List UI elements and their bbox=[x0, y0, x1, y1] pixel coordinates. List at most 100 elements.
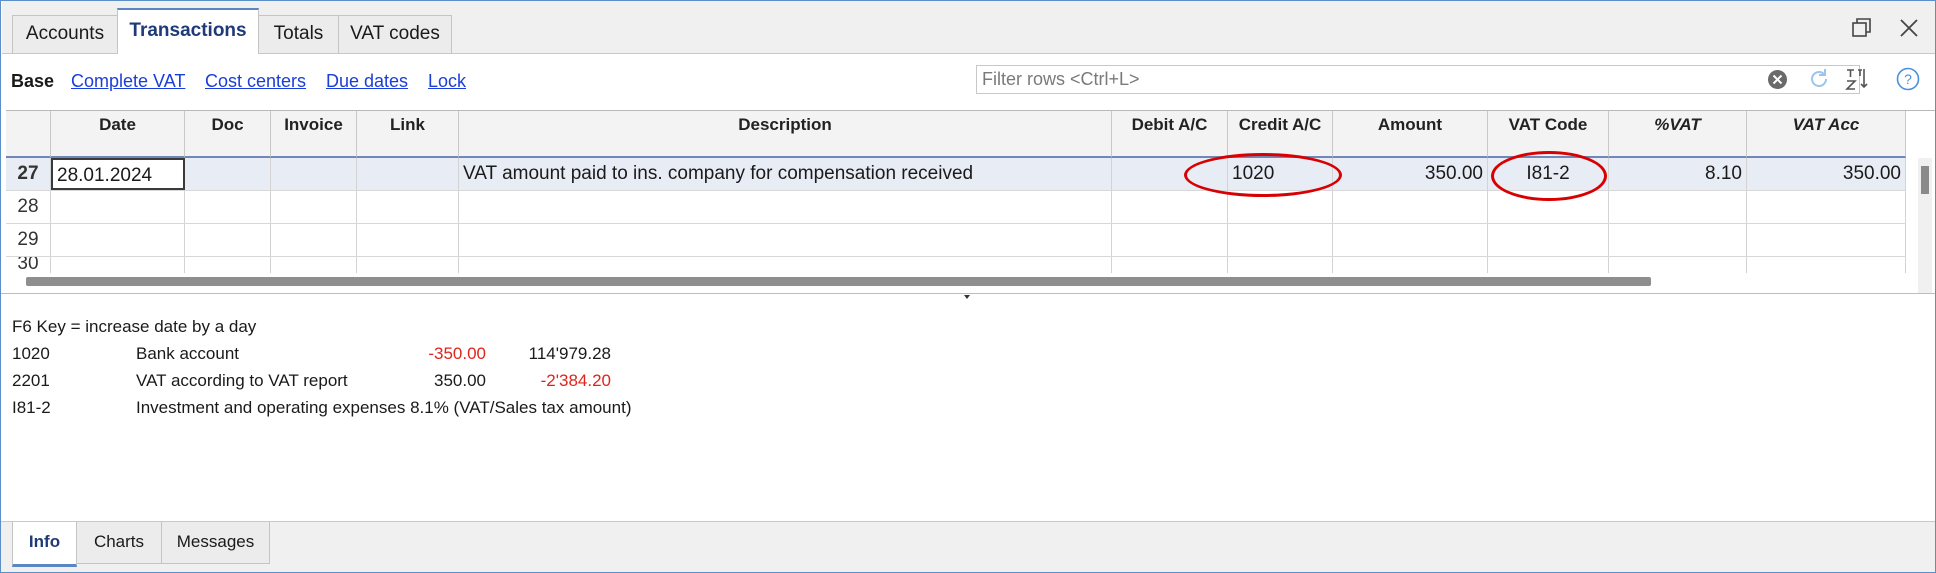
vat-pct-cell[interactable] bbox=[1609, 224, 1747, 256]
vat-code-cell[interactable] bbox=[1488, 257, 1609, 273]
row-number: 28 bbox=[6, 191, 51, 223]
info-line-code: 1020 bbox=[12, 344, 50, 363]
vat-acc-cell[interactable] bbox=[1747, 257, 1906, 273]
vat-acc-cell[interactable] bbox=[1747, 224, 1906, 256]
link-cell[interactable] bbox=[357, 224, 459, 256]
vat-pct-cell[interactable]: 8.10 bbox=[1609, 158, 1747, 190]
link-cell[interactable] bbox=[357, 191, 459, 223]
invoice-cell[interactable] bbox=[271, 224, 357, 256]
vat-code-highlight bbox=[1491, 151, 1607, 201]
debit-cell[interactable] bbox=[1112, 191, 1228, 223]
credit-cell[interactable] bbox=[1228, 224, 1333, 256]
credit-cell[interactable] bbox=[1228, 257, 1333, 273]
view-base[interactable]: Base bbox=[11, 71, 54, 92]
view-bar: Base Complete VAT Cost centers Due dates… bbox=[1, 54, 1935, 110]
table-row[interactable]: 28 bbox=[6, 191, 1906, 224]
row-number: 30 bbox=[6, 257, 51, 273]
info-pane: F6 Key = increase date by a day 1020 Ban… bbox=[1, 304, 1935, 521]
info-hint: F6 Key = increase date by a day bbox=[12, 317, 257, 336]
table-row[interactable]: 30 bbox=[6, 257, 1906, 273]
column-header-credit[interactable]: Credit A/C bbox=[1228, 111, 1333, 158]
pane-splitter[interactable] bbox=[1, 293, 1935, 304]
column-header-invoice[interactable]: Invoice bbox=[271, 111, 357, 158]
table-row[interactable]: 27 28.01.2024 VAT amount paid to ins. co… bbox=[6, 158, 1906, 191]
info-line-balance: 114'979.28 bbox=[528, 344, 611, 363]
vat-acc-cell[interactable]: 350.00 bbox=[1747, 158, 1906, 190]
date-cell[interactable] bbox=[51, 191, 185, 223]
invoice-cell[interactable] bbox=[271, 257, 357, 273]
sort-icon[interactable] bbox=[1844, 66, 1870, 97]
column-header-description[interactable]: Description bbox=[459, 111, 1112, 158]
tab-messages[interactable]: Messages bbox=[161, 522, 270, 564]
tab-transactions[interactable]: Transactions bbox=[117, 8, 259, 54]
tab-accounts[interactable]: Accounts bbox=[12, 15, 118, 53]
doc-cell[interactable] bbox=[185, 158, 271, 190]
column-header-vat-acc[interactable]: VAT Acc bbox=[1747, 111, 1906, 158]
vat-acc-cell[interactable] bbox=[1747, 191, 1906, 223]
tab-vat-codes[interactable]: VAT codes bbox=[338, 15, 452, 53]
column-header-debit[interactable]: Debit A/C bbox=[1112, 111, 1228, 158]
top-tab-bar: Accounts Transactions Totals VAT codes bbox=[2, 1, 1935, 54]
tab-info[interactable]: Info bbox=[12, 522, 77, 567]
info-line-balance: -2'384.20 bbox=[540, 371, 611, 390]
filter-rows-input[interactable]: Filter rows <Ctrl+L> bbox=[976, 65, 1860, 94]
vertical-scrollbar-thumb[interactable] bbox=[1921, 166, 1929, 194]
invoice-cell[interactable] bbox=[271, 191, 357, 223]
refresh-icon[interactable] bbox=[1807, 67, 1831, 96]
info-line-code: 2201 bbox=[12, 371, 50, 390]
tab-charts[interactable]: Charts bbox=[76, 522, 162, 564]
bottom-tab-bar: Info Charts Messages bbox=[1, 521, 1935, 572]
amount-cell[interactable] bbox=[1333, 257, 1488, 273]
info-line-amount: 350.00 bbox=[434, 371, 486, 390]
row-number: 27 bbox=[6, 158, 51, 190]
date-cell[interactable] bbox=[51, 224, 185, 256]
tab-totals[interactable]: Totals bbox=[258, 15, 339, 53]
debit-cell[interactable] bbox=[1112, 257, 1228, 273]
description-cell[interactable]: VAT amount paid to ins. company for comp… bbox=[459, 158, 1112, 190]
view-due-dates[interactable]: Due dates bbox=[326, 71, 408, 92]
column-header-amount[interactable]: Amount bbox=[1333, 111, 1488, 158]
view-lock[interactable]: Lock bbox=[428, 71, 466, 92]
info-line-amount: -350.00 bbox=[428, 344, 486, 363]
info-line-label: Investment and operating expenses 8.1% (… bbox=[136, 398, 632, 417]
column-header-doc[interactable]: Doc bbox=[185, 111, 271, 158]
link-cell[interactable] bbox=[357, 158, 459, 190]
column-header-date[interactable]: Date bbox=[51, 111, 185, 158]
column-header-link[interactable]: Link bbox=[357, 111, 459, 158]
vat-code-cell[interactable] bbox=[1488, 224, 1609, 256]
debit-cell[interactable] bbox=[1112, 224, 1228, 256]
credit-account-highlight bbox=[1184, 153, 1342, 197]
date-cell-editor[interactable]: 28.01.2024 bbox=[51, 158, 185, 190]
column-header-rownum bbox=[6, 111, 51, 158]
view-cost-centers[interactable]: Cost centers bbox=[205, 71, 306, 92]
transactions-table: Date Doc Invoice Link Description Debit … bbox=[6, 110, 1935, 294]
amount-cell[interactable] bbox=[1333, 224, 1488, 256]
doc-cell[interactable] bbox=[185, 191, 271, 223]
view-complete-vat[interactable]: Complete VAT bbox=[71, 71, 185, 92]
doc-cell[interactable] bbox=[185, 224, 271, 256]
info-line-label: VAT according to VAT report bbox=[136, 371, 348, 390]
vat-pct-cell[interactable] bbox=[1609, 257, 1747, 273]
clear-filter-icon[interactable] bbox=[1767, 69, 1788, 95]
date-cell[interactable] bbox=[51, 257, 185, 273]
vat-pct-cell[interactable] bbox=[1609, 191, 1747, 223]
info-line-label: Bank account bbox=[136, 344, 240, 363]
vertical-scrollbar[interactable] bbox=[1918, 158, 1932, 294]
help-icon[interactable]: ? bbox=[1896, 67, 1920, 96]
app-window: Accounts Transactions Totals VAT codes B… bbox=[0, 0, 1936, 573]
close-window-icon[interactable] bbox=[1898, 17, 1920, 45]
amount-cell[interactable]: 350.00 bbox=[1333, 158, 1488, 190]
restore-window-icon[interactable] bbox=[1851, 17, 1873, 45]
link-cell[interactable] bbox=[357, 257, 459, 273]
horizontal-scrollbar[interactable] bbox=[26, 277, 1651, 286]
description-cell[interactable] bbox=[459, 224, 1112, 256]
doc-cell[interactable] bbox=[185, 257, 271, 273]
description-cell[interactable] bbox=[459, 257, 1112, 273]
amount-cell[interactable] bbox=[1333, 191, 1488, 223]
table-row[interactable]: 29 bbox=[6, 224, 1906, 257]
row-number: 29 bbox=[6, 224, 51, 256]
invoice-cell[interactable] bbox=[271, 158, 357, 190]
description-cell[interactable] bbox=[459, 191, 1112, 223]
column-header-vat-pct[interactable]: %VAT bbox=[1609, 111, 1747, 158]
splitter-arrow-icon bbox=[964, 295, 970, 299]
